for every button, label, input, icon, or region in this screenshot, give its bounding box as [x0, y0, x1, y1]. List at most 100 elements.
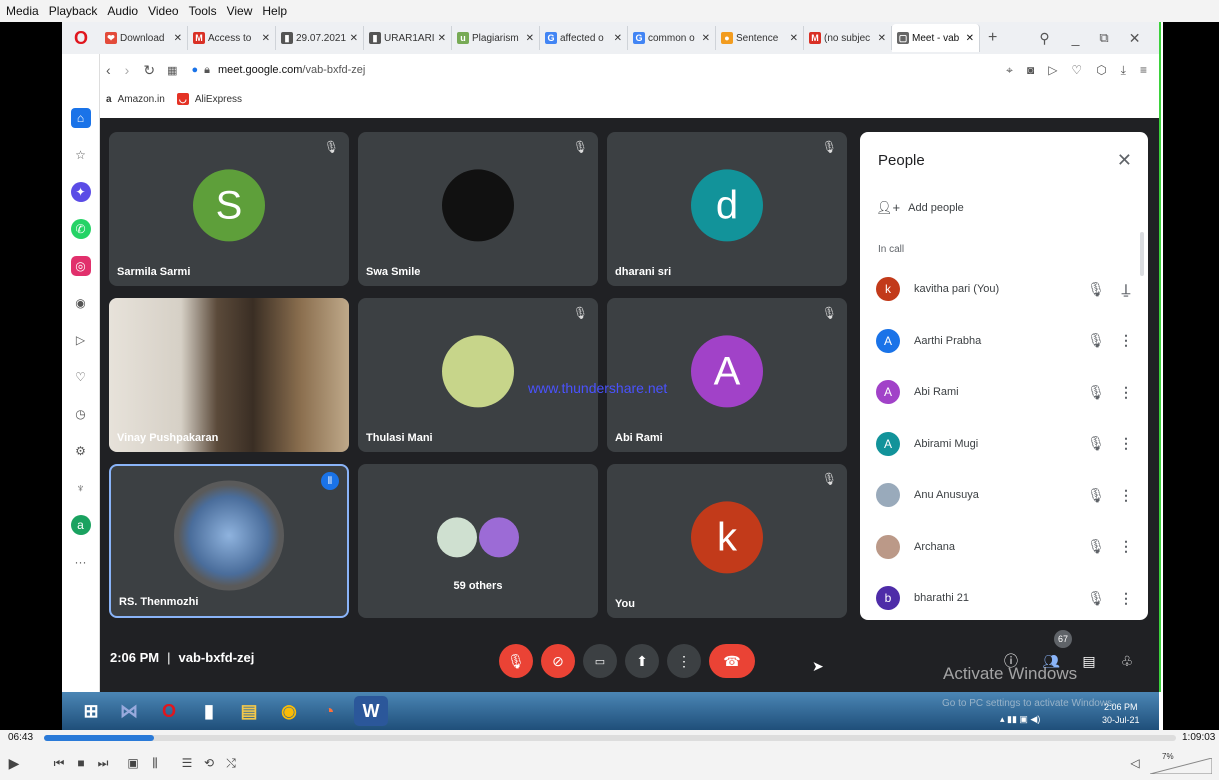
tab-close-icon[interactable]: ✕: [438, 33, 446, 44]
messenger-icon[interactable]: ✦: [70, 182, 91, 202]
reload-icon[interactable]: ↻: [143, 62, 155, 79]
history-icon[interactable]: ◷: [71, 404, 91, 424]
participant-tile[interactable]: 🎙︎ Swa Smile: [358, 132, 598, 286]
seek-bar[interactable]: [44, 735, 1176, 741]
download-icon[interactable]: ⤓: [1121, 63, 1126, 78]
more-icon[interactable]: ⋮: [1116, 435, 1136, 452]
camera-icon[interactable]: ◙: [1027, 63, 1034, 78]
forward-icon[interactable]: ›: [125, 62, 130, 78]
next-button[interactable]: ⏭: [94, 754, 112, 772]
more-icon[interactable]: ⋮: [1116, 538, 1136, 555]
flow-icon[interactable]: ▷: [71, 330, 91, 350]
extended-settings-button[interactable]: ⫼: [146, 754, 164, 772]
tab-close-icon[interactable]: ✕: [526, 33, 534, 44]
participant-row[interactable]: b bharathi 21 🎙︎ ⋮: [876, 581, 1136, 615]
previous-button[interactable]: ⏮: [50, 754, 68, 772]
menu-view[interactable]: View: [227, 4, 253, 18]
participant-tile[interactable]: 59 others: [358, 464, 598, 618]
menu-tools[interactable]: Tools: [189, 4, 217, 18]
speaker-icon[interactable]: ◁: [1128, 754, 1142, 772]
system-tray-icons[interactable]: ▴ ▮▮ ▣ ◀): [1000, 714, 1040, 725]
browser-tab[interactable]: M (no subjec ✕: [804, 26, 892, 50]
muted-mic-icon[interactable]: 🎙︎: [1076, 487, 1116, 504]
playlist-button[interactable]: ☰: [178, 754, 196, 772]
pin-icon[interactable]: ⍊: [1116, 281, 1136, 298]
bookmark-amazon[interactable]: Amazon.in: [118, 94, 165, 105]
menu-media[interactable]: Media: [6, 4, 39, 18]
loop-button[interactable]: ⟲: [200, 754, 218, 772]
scrollbar-thumb[interactable]: [1140, 232, 1144, 276]
instagram-icon[interactable]: ◎: [70, 256, 91, 276]
participant-tile[interactable]: ⦀ RS. Thenmozhi: [109, 464, 349, 618]
menu-video[interactable]: Video: [148, 4, 178, 18]
tabs-grid-icon[interactable]: ▦: [167, 64, 177, 77]
favorites-icon[interactable]: ♡: [71, 367, 91, 387]
stop-button[interactable]: ■: [72, 754, 90, 772]
fullscreen-button[interactable]: ▣: [124, 754, 142, 772]
settings-icon[interactable]: ⚙: [71, 441, 91, 461]
menu-audio[interactable]: Audio: [107, 4, 138, 18]
extension-icon[interactable]: a: [70, 515, 91, 535]
browser-tab[interactable]: ● Sentence ✕: [716, 26, 804, 50]
add-people-button[interactable]: 👤︎+ Add people: [876, 200, 964, 216]
mic-toggle-button[interactable]: 🎙︎: [499, 644, 533, 678]
muted-mic-icon[interactable]: 🎙︎: [1076, 435, 1116, 452]
volume-slider[interactable]: 7%: [1149, 752, 1213, 775]
participant-row[interactable]: Anu Anusuya 🎙︎ ⋮: [876, 478, 1136, 512]
browser-tab[interactable]: Gcommon o ✕: [628, 26, 716, 50]
menu-playback[interactable]: Playback: [49, 4, 98, 18]
present-button[interactable]: ⬆: [625, 644, 659, 678]
muted-mic-icon[interactable]: 🎙︎: [1076, 538, 1116, 555]
browser-tab[interactable]: ▮ 29.07.2021 ✕: [276, 26, 364, 50]
restore-icon[interactable]: ⧉: [1099, 30, 1108, 46]
muted-mic-icon[interactable]: 🎙︎: [1076, 281, 1116, 298]
more-icon[interactable]: ⋮: [1116, 590, 1136, 607]
more-options-button[interactable]: ⋮: [667, 644, 701, 678]
browser-tab[interactable]: Gaffected o ✕: [540, 26, 628, 50]
participant-tile[interactable]: 🎙︎ Thulasi Mani: [358, 298, 598, 452]
cube-icon[interactable]: ⬡: [1096, 63, 1106, 78]
shuffle-button[interactable]: ⤭: [222, 754, 240, 772]
activities-button[interactable]: ♧: [1110, 644, 1144, 678]
browser-tab[interactable]: M Access to ✕: [188, 26, 276, 50]
browser-tab[interactable]: ▢ Meet - vab ✕: [892, 24, 980, 52]
new-tab-icon[interactable]: +: [988, 29, 997, 47]
word-icon[interactable]: W: [354, 696, 388, 726]
participant-tile[interactable]: k 🎙︎ You: [607, 464, 847, 618]
tab-close-icon[interactable]: ✕: [350, 33, 358, 44]
more-icon[interactable]: ⋮: [1116, 487, 1136, 504]
tab-close-icon[interactable]: ✕: [966, 33, 974, 44]
chrome-icon[interactable]: ◉: [274, 696, 304, 726]
participant-row[interactable]: A Abi Rami 🎙︎ ⋮: [876, 375, 1136, 409]
whatsapp-icon[interactable]: ✆: [70, 219, 91, 239]
muted-mic-icon[interactable]: 🎙︎: [1076, 590, 1116, 607]
participant-tile[interactable]: Vinay Pushpakaran: [109, 298, 349, 452]
participant-tile[interactable]: A 🎙︎ Abi Rami: [607, 298, 847, 452]
firefox-icon[interactable]: ◔: [314, 696, 344, 726]
browser-tab[interactable]: ▮ URAR1ARI ✕: [364, 26, 452, 50]
browser-tab[interactable]: u Plagiarism ✕: [452, 26, 540, 50]
tab-close-icon[interactable]: ✕: [878, 33, 886, 44]
participant-tile[interactable]: S 🎙︎ Sarmila Sarmi: [109, 132, 349, 286]
minimize-icon[interactable]: _: [1072, 30, 1080, 46]
muted-mic-icon[interactable]: 🎙︎: [1076, 384, 1116, 401]
opera-logo-icon[interactable]: O: [62, 28, 100, 49]
snapshot-icon[interactable]: ⌖: [1006, 63, 1013, 78]
muted-mic-icon[interactable]: 🎙︎: [1076, 332, 1116, 349]
back-icon[interactable]: ‹: [106, 62, 111, 78]
vpn-icon[interactable]: ●: [191, 64, 198, 76]
leave-call-button[interactable]: ☎: [709, 644, 755, 678]
search-icon[interactable]: ⚲: [1039, 30, 1049, 47]
bookmark-aliexpress[interactable]: AliExpress: [195, 94, 242, 105]
camera-toggle-button[interactable]: ⊘: [541, 644, 575, 678]
folder-icon[interactable]: ▤: [234, 696, 264, 726]
heart-icon[interactable]: ♡: [1071, 63, 1082, 78]
close-window-icon[interactable]: ✕: [1129, 30, 1141, 47]
participant-row[interactable]: Archana 🎙︎ ⋮: [876, 530, 1136, 564]
tab-close-icon[interactable]: ✕: [174, 33, 182, 44]
menu-help[interactable]: Help: [262, 4, 287, 18]
windows-start-icon[interactable]: ⊞: [76, 696, 106, 726]
url-field[interactable]: meet.google.com/vab-bxfd-zej: [218, 64, 365, 76]
metro-app-icon[interactable]: ⋈: [114, 696, 144, 726]
tab-close-icon[interactable]: ✕: [262, 33, 270, 44]
